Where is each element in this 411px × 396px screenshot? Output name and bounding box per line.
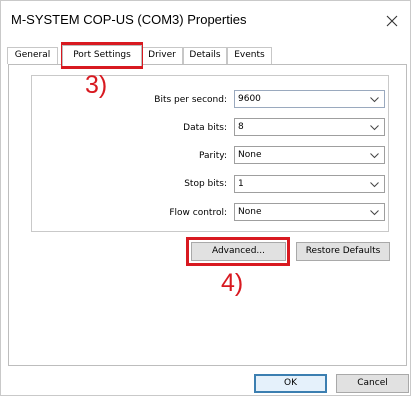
tab-general[interactable]: General <box>7 47 58 64</box>
tab-strip: General Port Settings Driver Details Eve… <box>7 45 407 66</box>
data-bits-value: 8 <box>238 122 244 132</box>
parity-label: Parity: <box>199 151 227 161</box>
tab-label: Port Settings <box>73 50 131 60</box>
bits-per-second-select[interactable]: 9600 <box>234 90 385 108</box>
tab-label: Events <box>234 50 265 60</box>
step4-highlight-box <box>186 237 290 266</box>
bits-per-second-value: 9600 <box>238 94 261 104</box>
chevron-down-icon <box>370 97 379 103</box>
window-title: M-SYSTEM COP-US (COM3) Properties <box>11 12 247 27</box>
data-bits-label: Data bits: <box>183 123 227 133</box>
restore-defaults-button[interactable]: Restore Defaults <box>296 242 390 261</box>
chevron-down-icon <box>370 153 379 159</box>
tab-port-settings[interactable]: Port Settings <box>62 45 142 66</box>
chevron-down-icon <box>370 210 379 216</box>
stop-bits-select[interactable]: 1 <box>234 175 385 193</box>
chevron-down-icon <box>370 182 379 188</box>
cancel-button[interactable]: Cancel <box>336 374 409 393</box>
data-bits-select[interactable]: 8 <box>234 118 385 136</box>
tab-events[interactable]: Events <box>227 47 272 64</box>
bits-per-second-label: Bits per second: <box>154 95 227 105</box>
chevron-down-icon <box>370 125 379 131</box>
stop-bits-value: 1 <box>238 179 244 189</box>
flow-control-value: None <box>238 207 262 217</box>
parity-value: None <box>238 150 262 160</box>
tab-label: General <box>14 50 51 60</box>
close-button[interactable] <box>377 7 407 35</box>
step3-label: 3) <box>85 71 108 99</box>
stop-bits-label: Stop bits: <box>184 179 227 189</box>
tab-driver[interactable]: Driver <box>141 47 183 64</box>
step4-label: 4) <box>221 269 244 297</box>
flow-control-label: Flow control: <box>169 208 227 218</box>
close-icon <box>386 15 398 27</box>
parity-select[interactable]: None <box>234 146 385 164</box>
tab-label: Driver <box>148 50 176 60</box>
flow-control-select[interactable]: None <box>234 203 385 221</box>
tab-label: Details <box>189 50 221 60</box>
tab-details[interactable]: Details <box>183 47 227 64</box>
ok-button[interactable]: OK <box>254 374 327 393</box>
restore-defaults-button-label: Restore Defaults <box>305 246 381 256</box>
ok-button-label: OK <box>284 378 297 388</box>
properties-dialog: M-SYSTEM COP-US (COM3) Properties Genera… <box>0 0 411 396</box>
cancel-button-label: Cancel <box>357 378 388 388</box>
title-bar: M-SYSTEM COP-US (COM3) Properties <box>1 1 410 41</box>
